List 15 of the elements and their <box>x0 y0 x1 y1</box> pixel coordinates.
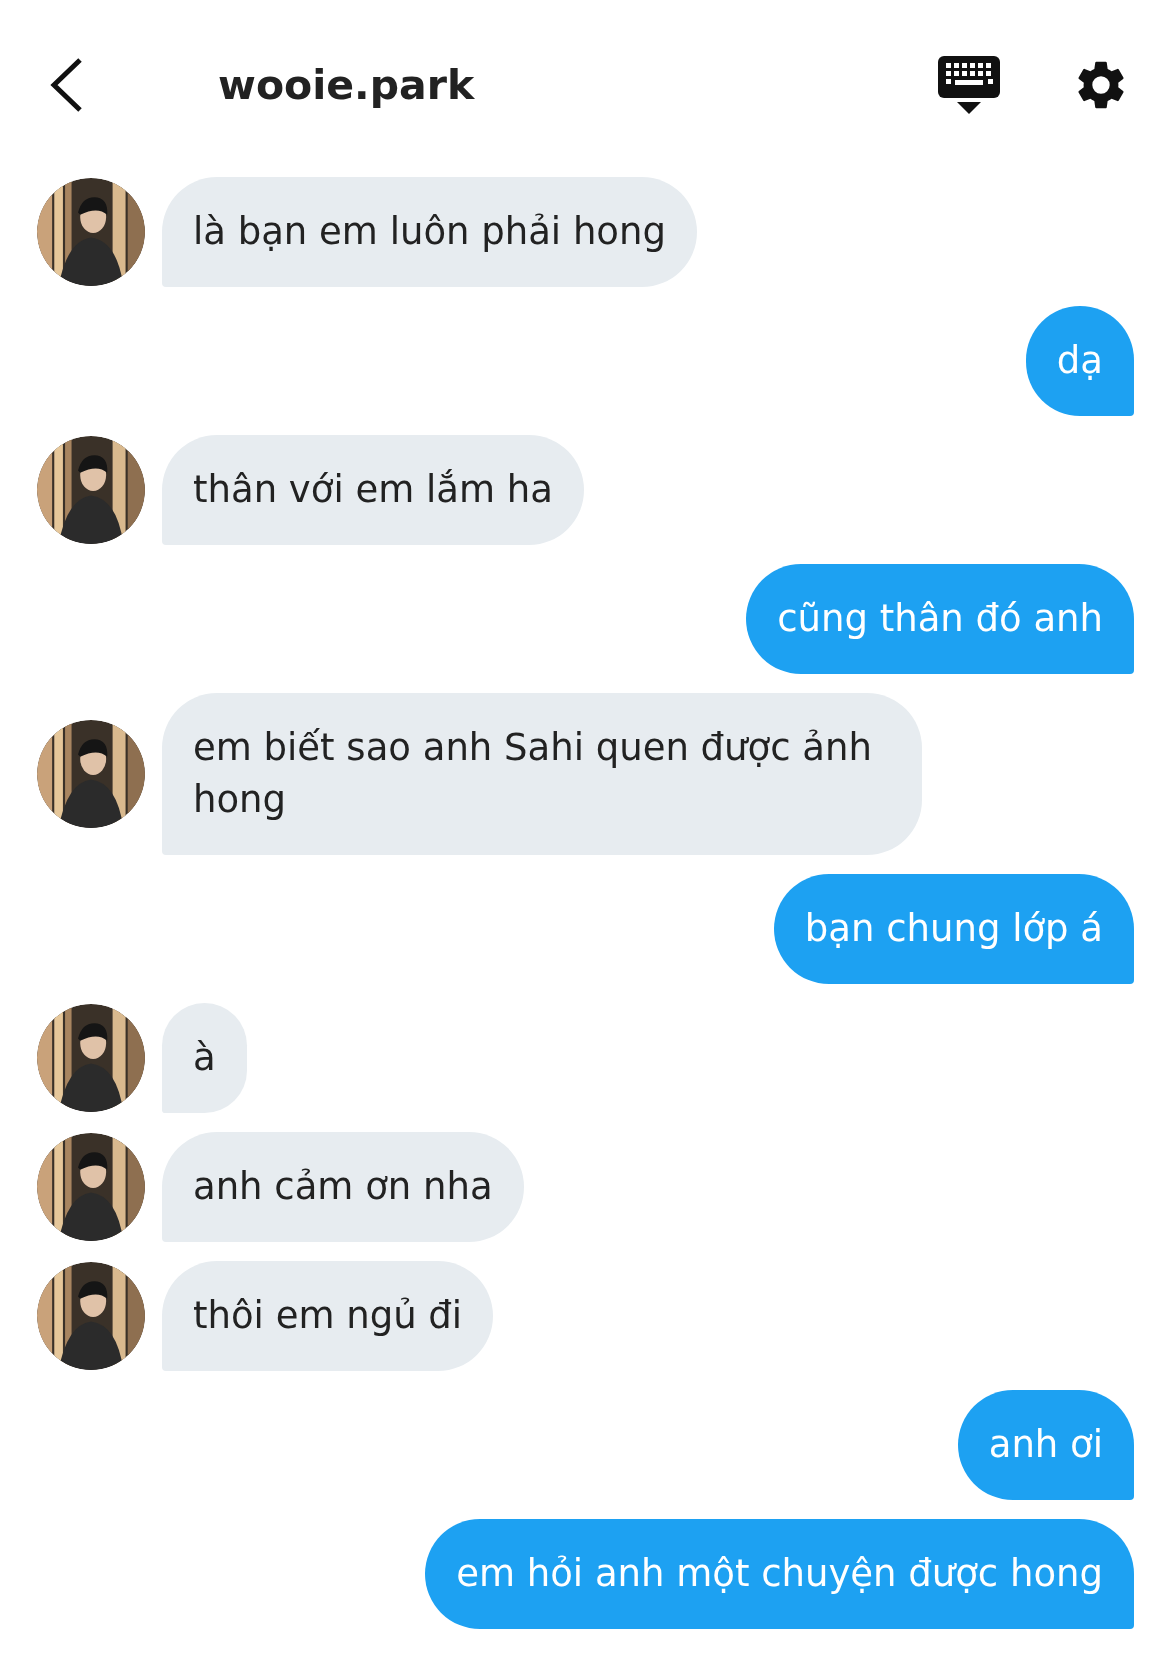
received-message: anh cảm ơn nha <box>162 1132 524 1242</box>
sent-message: em hỏi anh một chuyện được hong <box>425 1519 1134 1629</box>
sent-message: dạ <box>1025 306 1134 416</box>
received-message: à <box>162 1003 247 1113</box>
sent-message: bạn chung lớp á <box>773 874 1134 984</box>
back-icon <box>48 56 84 114</box>
chat-title: wooie.park <box>218 61 476 109</box>
received-message: là bạn em luôn phải hong <box>162 177 697 287</box>
sent-message: cũng thân đó anh <box>746 564 1134 674</box>
received-message: thân với em lắm ha <box>162 435 584 545</box>
received-message: em biết sao anh Sahi quen được ảnh hong <box>162 693 922 855</box>
sent-message: anh ơi <box>957 1390 1134 1500</box>
keyboard-icon <box>938 56 1000 114</box>
received-message: thôi em ngủ đi <box>162 1261 494 1371</box>
keyboard-button[interactable] <box>938 56 1000 114</box>
